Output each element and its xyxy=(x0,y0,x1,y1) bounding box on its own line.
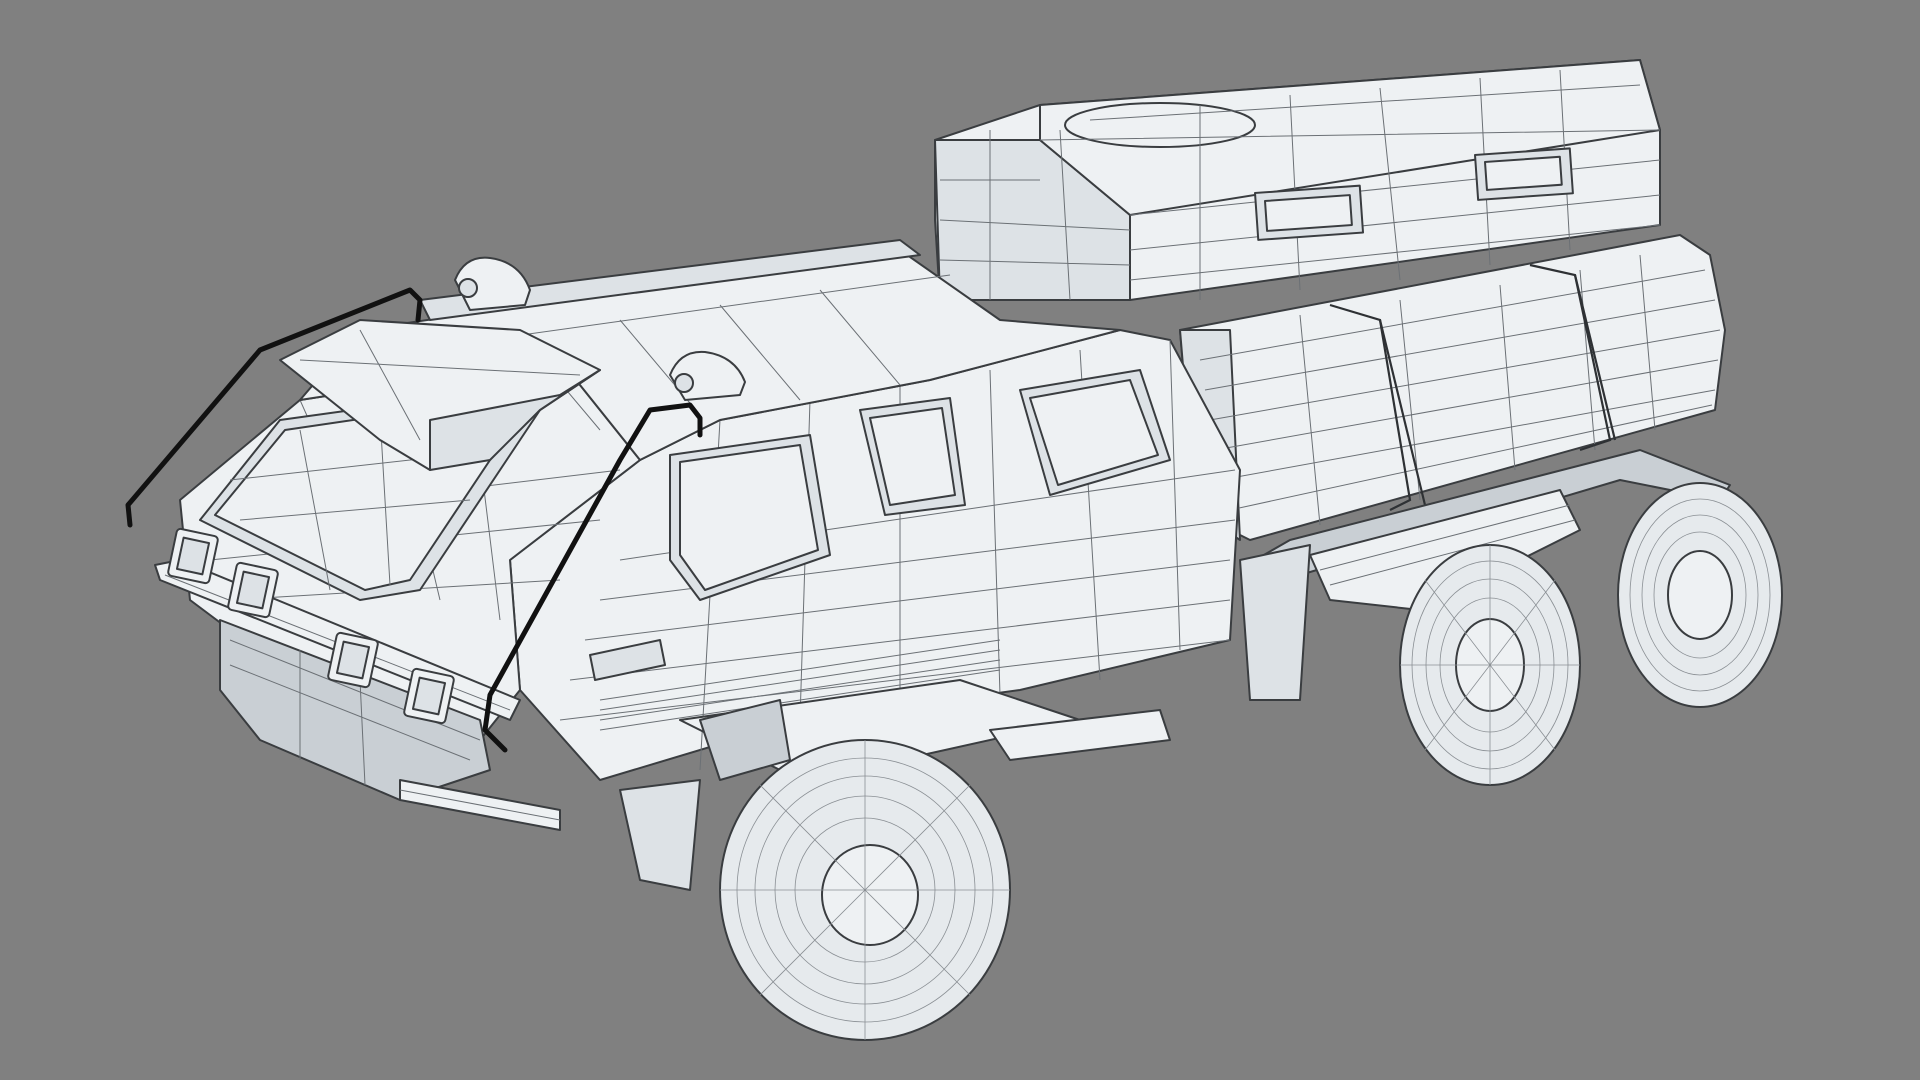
headlight-3 xyxy=(327,631,379,689)
headlight-1 xyxy=(167,527,219,585)
truck-model xyxy=(125,59,1783,1041)
wheel-front xyxy=(719,739,1011,1041)
wheel-rear-right xyxy=(1617,482,1783,708)
headlight-4 xyxy=(403,667,455,725)
wireframe-truck-render xyxy=(125,59,1783,1041)
wheel-rear-middle xyxy=(1399,544,1581,786)
headlight-2 xyxy=(227,561,279,619)
render-viewport xyxy=(0,0,1920,1080)
